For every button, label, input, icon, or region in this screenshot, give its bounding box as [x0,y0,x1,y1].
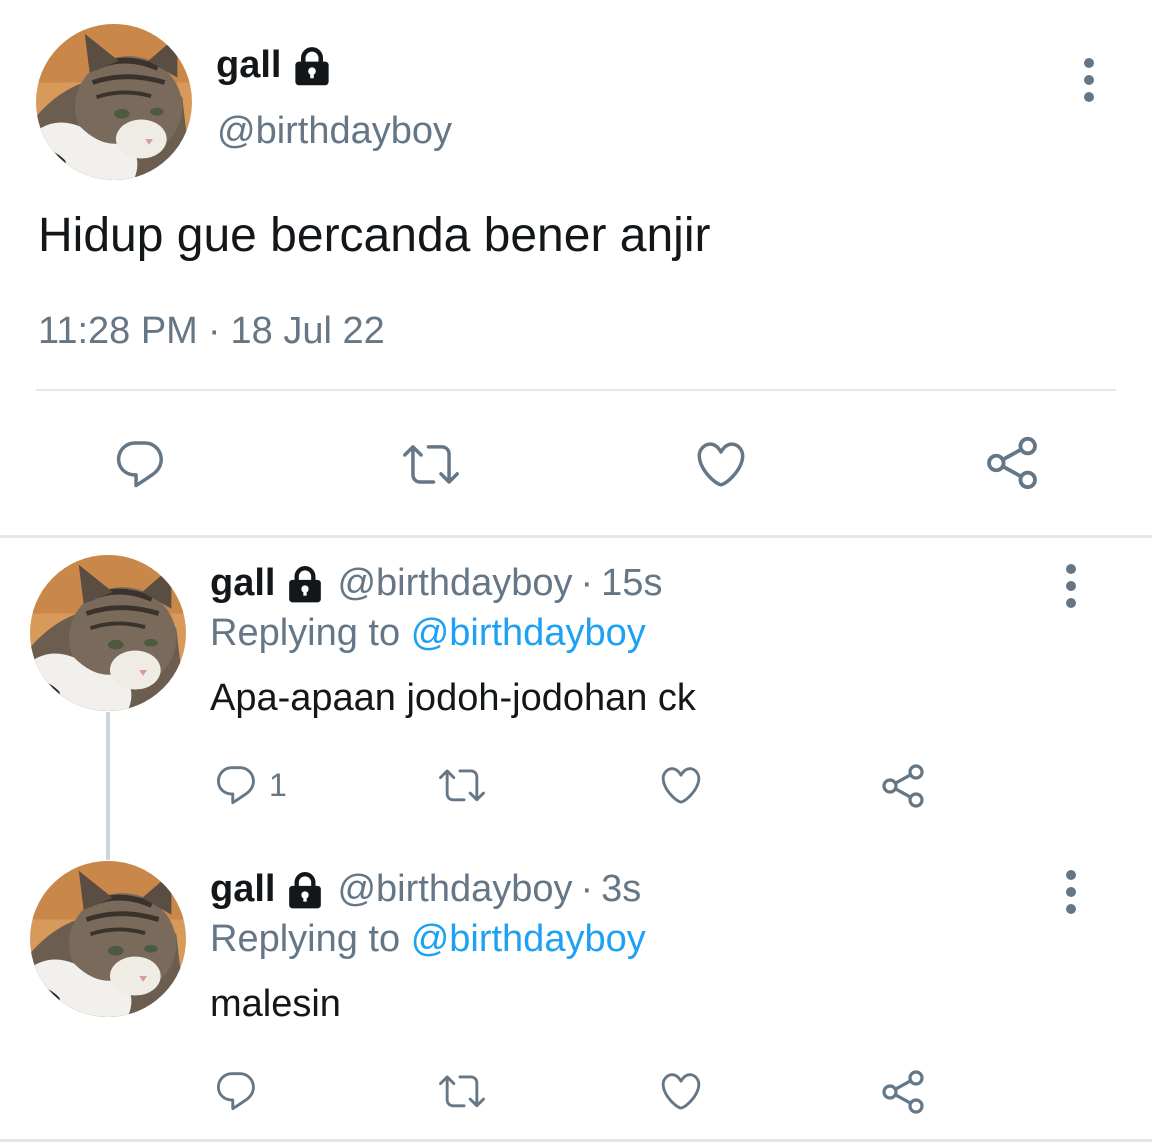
heart-icon[interactable] [692,436,750,492]
more-vertical-icon[interactable] [1064,564,1078,608]
display-name[interactable]: gall [216,44,333,87]
reply-icon [213,762,259,808]
reply-time: 15s [601,562,663,604]
share-icon[interactable] [983,434,1041,492]
avatar[interactable] [30,861,186,1017]
reply-icon[interactable] [112,436,168,492]
reply-action[interactable]: 1 [213,762,287,808]
more-vertical-icon[interactable] [1082,58,1096,102]
reply-icon[interactable] [213,1068,259,1114]
lock-icon [291,45,333,87]
mention-link[interactable]: @birthdayboy [411,918,646,960]
replying-to-label: Replying to [210,612,401,654]
divider [36,389,1116,391]
avatar[interactable] [36,24,192,180]
reply-dot: · [580,868,594,910]
user-handle[interactable]: @birthdayboy [217,110,452,153]
reply-header: gall @birthdayboy · 15s [210,562,662,605]
reply-dot: · [580,562,594,604]
reply-text: Apa-apaan jodoh-jodohan ck [210,677,696,719]
thread-line [106,712,110,860]
display-name-text: gall [216,44,282,86]
share-icon[interactable] [879,762,927,810]
avatar[interactable] [30,555,186,711]
reply-count: 1 [269,766,287,803]
heart-icon[interactable] [657,762,705,808]
replying-to: Replying to @birthdayboy [210,612,646,655]
section-divider [0,535,1152,538]
reply-display-name[interactable]: gall [210,868,275,911]
replying-to-label: Replying to [210,918,401,960]
meta-separator: · [207,310,221,352]
reply-handle[interactable]: @birthdayboy [337,868,572,911]
retweet-icon[interactable] [433,1068,491,1114]
reply-text: malesin [210,983,341,1025]
bottom-divider [0,1139,1152,1142]
tweet-date: 18 Jul 22 [230,310,385,352]
tweet-text: Hidup gue bercanda bener anjir [38,209,711,262]
lock-icon [285,564,325,604]
tweet-timestamp: 11:28 PM · 18 Jul 22 [38,310,385,353]
retweet-icon[interactable] [397,436,465,492]
mention-link[interactable]: @birthdayboy [411,612,646,654]
share-icon[interactable] [879,1068,927,1116]
reply-display-name[interactable]: gall [210,562,275,605]
tweet-time: 11:28 PM [38,310,198,352]
reply-header: gall @birthdayboy · 3s [210,868,641,911]
retweet-icon[interactable] [433,762,491,808]
reply-handle[interactable]: @birthdayboy [337,562,572,605]
reply-time: 3s [601,868,642,910]
lock-icon [285,870,325,910]
heart-icon[interactable] [657,1068,705,1114]
replying-to: Replying to @birthdayboy [210,918,646,961]
more-vertical-icon[interactable] [1064,870,1078,914]
